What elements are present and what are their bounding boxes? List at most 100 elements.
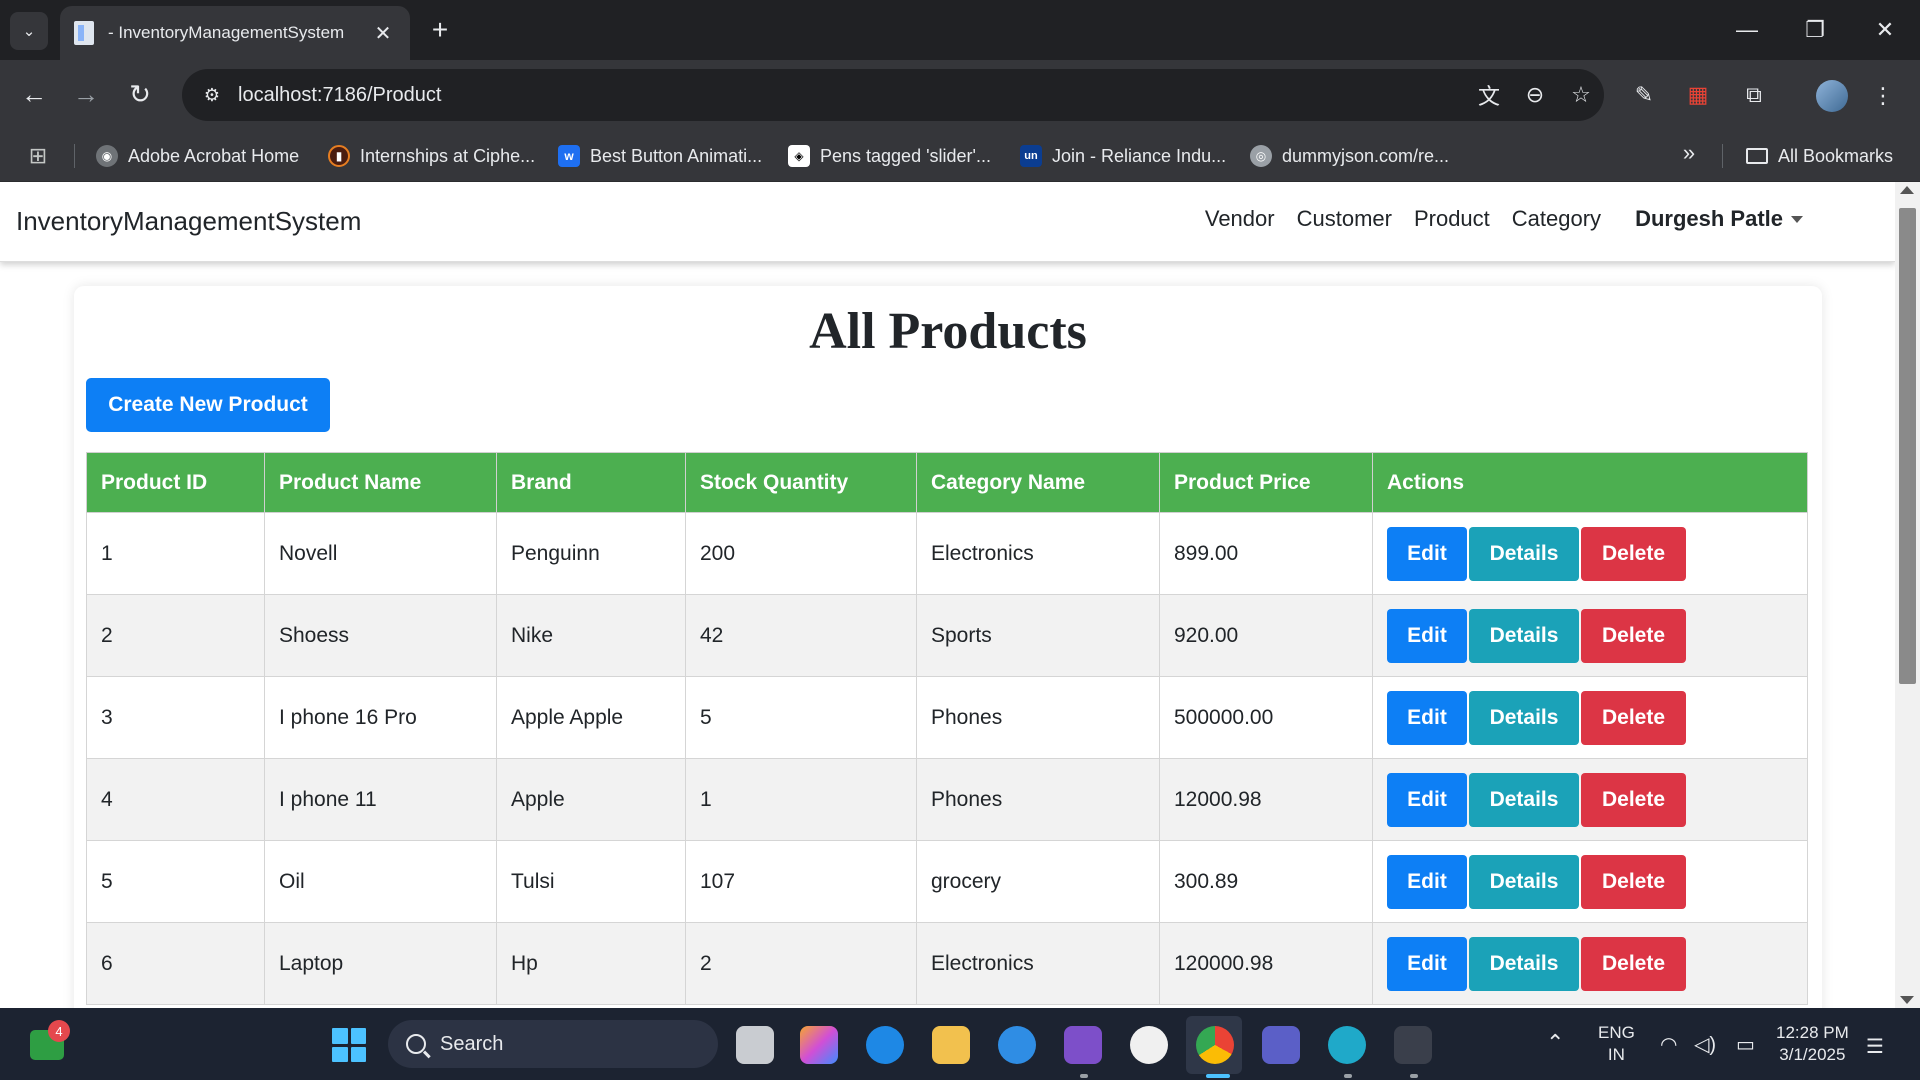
actions-cell: Edit Details Delete (1372, 840, 1808, 923)
back-arrow-icon[interactable]: ← (14, 74, 54, 114)
task-view-icon[interactable] (736, 1026, 774, 1064)
new-tab-button[interactable]: + (422, 12, 458, 48)
page-scrollbar[interactable] (1895, 182, 1920, 1008)
delete-button[interactable]: Delete (1581, 526, 1686, 581)
battery-icon[interactable]: ▭ (1736, 1032, 1755, 1057)
edit-button[interactable]: Edit (1387, 772, 1467, 827)
browser-tab-active[interactable]: - InventoryManagementSystem ✕ (60, 6, 410, 60)
table-cell: Electronics (916, 512, 1160, 595)
details-button[interactable]: Details (1469, 526, 1579, 581)
table-cell: 1 (685, 758, 917, 841)
edge-icon[interactable] (866, 1026, 904, 1064)
taskbar-search-box[interactable]: Search (388, 1020, 718, 1068)
details-button[interactable]: Details (1469, 608, 1579, 663)
delete-button[interactable]: Delete (1581, 608, 1686, 663)
bookmark-adobe-acrobat[interactable]: ◉ Adobe Acrobat Home (96, 138, 299, 174)
bookmark-internships[interactable]: ▮ Internships at Ciphe... (328, 138, 535, 174)
scrollbar-thumb[interactable] (1899, 208, 1916, 684)
extension-icon[interactable]: ▦ (1676, 74, 1720, 116)
reload-icon[interactable]: ↻ (120, 74, 160, 114)
forward-arrow-icon[interactable]: → (66, 74, 106, 114)
table-cell: 120000.98 (1159, 922, 1373, 1005)
close-window-icon[interactable]: ✕ (1860, 8, 1910, 52)
delete-button[interactable]: Delete (1581, 936, 1686, 991)
zoom-icon[interactable]: ⊖ (1512, 75, 1558, 115)
table-cell: 200 (685, 512, 917, 595)
edit-button[interactable]: Edit (1387, 854, 1467, 909)
table-cell: 42 (685, 594, 917, 677)
table-cell: grocery (916, 840, 1160, 923)
address-bar[interactable]: ⚙ localhost:7186/Product 文 ⊖ ☆ (182, 69, 1604, 121)
region-code: IN (1607, 1045, 1625, 1064)
bookmark-codepen[interactable]: ◈ Pens tagged 'slider'... (788, 138, 991, 174)
tray-chevron-up-icon[interactable]: ⌃ (1546, 1030, 1564, 1056)
bookmark-reliance[interactable]: un Join - Reliance Indu... (1020, 138, 1226, 174)
windows-taskbar: 4 Search ⌃ ENG IN ◠ ◁) ▭ 12:28 PM 3/1/20… (0, 1008, 1920, 1080)
edit-button[interactable]: Edit (1387, 936, 1467, 991)
table-cell: 5 (86, 840, 265, 923)
translate-icon[interactable]: 文 (1466, 75, 1512, 115)
profile-avatar[interactable] (1816, 80, 1848, 112)
minimize-icon[interactable]: — (1722, 8, 1772, 52)
bookmarks-bar: ⊞ ◉ Adobe Acrobat Home ▮ Internships at … (0, 130, 1920, 182)
star-icon[interactable]: ☆ (1558, 75, 1604, 115)
bookmarks-overflow-icon[interactable]: » (1674, 140, 1704, 166)
chrome-icon[interactable] (1196, 1026, 1234, 1064)
bookmark-dummyjson[interactable]: ◎ dummyjson.com/re... (1250, 138, 1449, 174)
tab-close-icon[interactable]: ✕ (370, 21, 396, 46)
column-header: Product Price (1159, 452, 1373, 513)
delete-button[interactable]: Delete (1581, 772, 1686, 827)
table-cell: Apple Apple (496, 676, 686, 759)
delete-button[interactable]: Delete (1581, 854, 1686, 909)
details-button[interactable]: Details (1469, 690, 1579, 745)
table-cell: Phones (916, 758, 1160, 841)
pen-icon[interactable]: ✎ (1622, 74, 1666, 116)
create-product-button[interactable]: Create New Product (86, 378, 330, 432)
edit-button[interactable]: Edit (1387, 608, 1467, 663)
details-button[interactable]: Details (1469, 772, 1579, 827)
url-text[interactable]: localhost:7186/Product (238, 84, 1466, 107)
scroll-up-arrow-icon[interactable] (1900, 186, 1914, 194)
language-indicator[interactable]: ENG IN (1598, 1022, 1635, 1066)
running-indicator (1344, 1074, 1352, 1078)
puzzle-icon[interactable]: ⧉ (1732, 74, 1776, 116)
nav-link-category[interactable]: Category (1512, 206, 1601, 232)
nav-link-vendor[interactable]: Vendor (1205, 206, 1275, 232)
delete-button[interactable]: Delete (1581, 690, 1686, 745)
visual-studio-icon[interactable] (1064, 1026, 1102, 1064)
terminal-icon[interactable] (1394, 1026, 1432, 1064)
nav-link-product[interactable]: Product (1414, 206, 1490, 232)
tab-search-chevron-icon[interactable]: ⌄ (10, 12, 48, 50)
edit-button[interactable]: Edit (1387, 690, 1467, 745)
kebab-menu-icon[interactable]: ⋮ (1868, 76, 1898, 116)
details-button[interactable]: Details (1469, 854, 1579, 909)
bookmark-button-animations[interactable]: w Best Button Animati... (558, 138, 762, 174)
volume-icon[interactable]: ◁) (1694, 1032, 1716, 1057)
site-info-icon[interactable]: ⚙ (196, 79, 228, 111)
wifi-icon[interactable]: ◠ (1660, 1032, 1677, 1057)
table-row: 5 Oil Tulsi 107 grocery 300.89 Edit Details Dele… (86, 840, 1808, 923)
nav-link-customer[interactable]: Customer (1297, 206, 1392, 232)
copilot-icon[interactable] (800, 1026, 838, 1064)
all-bookmarks-button[interactable]: All Bookmarks (1746, 138, 1893, 174)
notifications-icon[interactable]: ☰ (1866, 1034, 1884, 1059)
edit-button[interactable]: Edit (1387, 526, 1467, 581)
site-brand[interactable]: InventoryManagementSystem (16, 206, 361, 237)
help-icon[interactable] (998, 1026, 1036, 1064)
table-cell: 300.89 (1159, 840, 1373, 923)
user-dropdown[interactable]: Durgesh Patle (1635, 206, 1803, 232)
page-viewport: InventoryManagementSystem Vendor Custome… (0, 182, 1895, 1008)
file-explorer-icon[interactable] (932, 1026, 970, 1064)
scroll-down-arrow-icon[interactable] (1900, 996, 1914, 1004)
clock[interactable]: 12:28 PM 3/1/2025 (1776, 1022, 1849, 1066)
table-cell: Oil (264, 840, 497, 923)
edge-dev-icon[interactable] (1328, 1026, 1366, 1064)
user-name: Durgesh Patle (1635, 206, 1783, 231)
github-icon[interactable] (1130, 1026, 1168, 1064)
apps-grid-icon[interactable]: ⊞ (22, 140, 54, 172)
teams-icon[interactable] (1262, 1026, 1300, 1064)
details-button[interactable]: Details (1469, 936, 1579, 991)
restore-icon[interactable]: ❐ (1790, 8, 1840, 52)
column-header: Actions (1372, 452, 1808, 513)
windows-start-icon[interactable] (332, 1028, 366, 1062)
